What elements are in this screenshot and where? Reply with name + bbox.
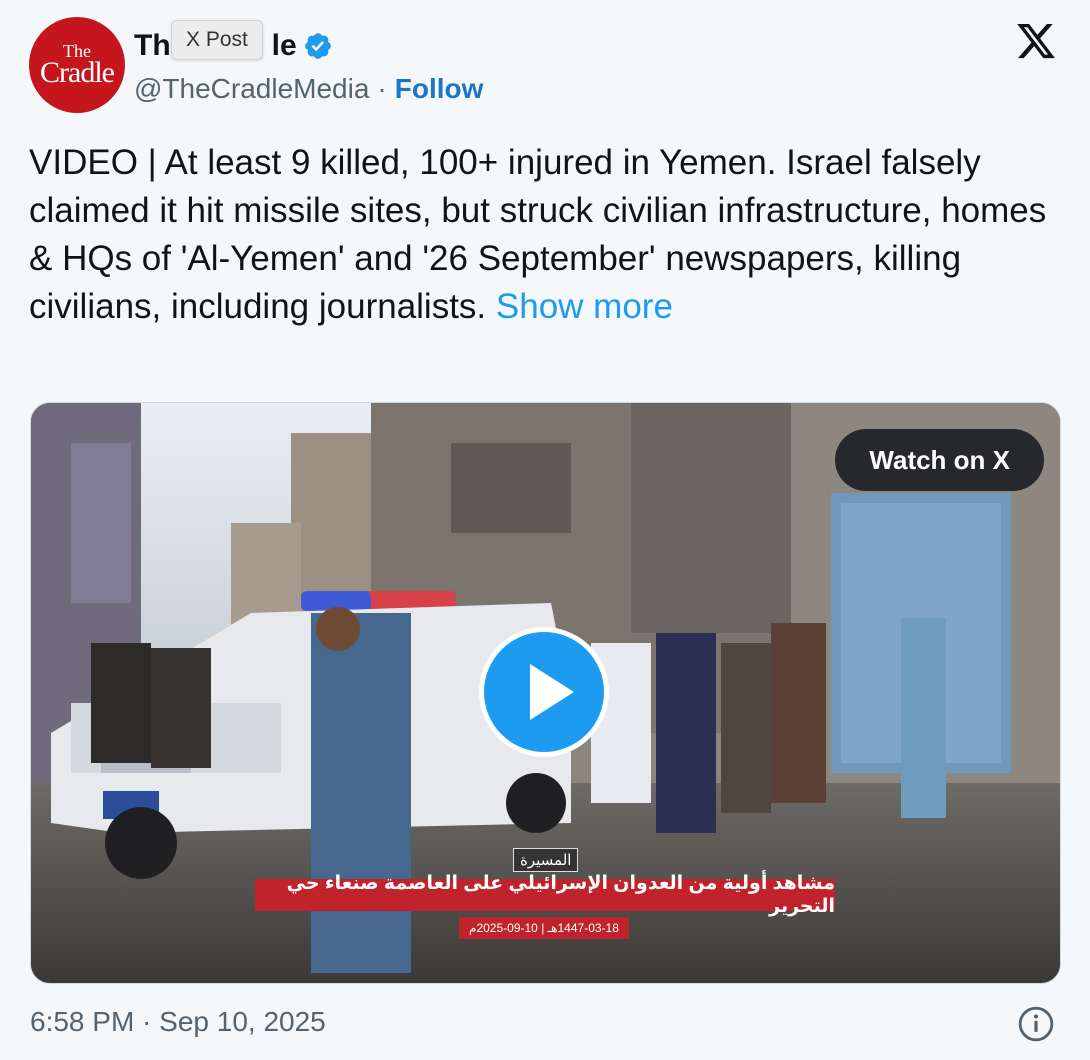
handle-row: @TheCradleMedia · Follow	[134, 70, 483, 108]
x-logo-icon[interactable]	[1014, 20, 1058, 62]
display-name-start: Th	[134, 29, 171, 62]
video-caption: مشاهد أولية من العدوان الإسرائيلي على ال…	[255, 873, 835, 917]
post-timestamp[interactable]: 6:58 PM · Sep 10, 2025	[30, 1002, 326, 1042]
avatar-text-line2: Cradle	[40, 56, 115, 89]
channel-logo: المسيرة	[513, 848, 579, 872]
watch-label: Watch on X	[869, 444, 1010, 475]
channel-logo-text: المسيرة	[520, 852, 572, 869]
tooltip-label: X Post	[186, 28, 248, 51]
timestamp-text: 6:58 PM · Sep 10, 2025	[30, 1006, 326, 1037]
play-icon[interactable]	[479, 627, 609, 757]
handle-separator: ·	[377, 73, 387, 104]
x-post-tooltip: X Post	[171, 20, 263, 60]
watch-on-x-button[interactable]: Watch on X	[835, 429, 1044, 491]
show-more-link[interactable]: Show more	[496, 287, 673, 326]
embedded-post: The Cradle Th le X Post @TheCradleMedia ·…	[0, 0, 1090, 1060]
play-triangle	[530, 664, 574, 720]
verified-badge-icon	[304, 33, 331, 59]
info-icon[interactable]	[1017, 1005, 1055, 1043]
follow-button[interactable]: Follow	[395, 73, 484, 105]
video-caption-text: مشاهد أولية من العدوان الإسرائيلي على ال…	[286, 873, 835, 917]
author-handle[interactable]: @TheCradleMedia	[134, 73, 369, 105]
post-text: VIDEO | At least 9 killed, 100+ injured …	[29, 139, 1049, 331]
video-caption-date: 1447-03-18هـ | 10-09-2025م	[459, 917, 629, 939]
author-avatar[interactable]: The Cradle	[29, 17, 125, 113]
video-caption-date-text: 1447-03-18هـ | 10-09-2025م	[469, 921, 619, 935]
video-player[interactable]: Watch on X المسيرة مشاهد أولية من العدوا…	[30, 402, 1061, 984]
display-name-end: le	[271, 29, 297, 62]
